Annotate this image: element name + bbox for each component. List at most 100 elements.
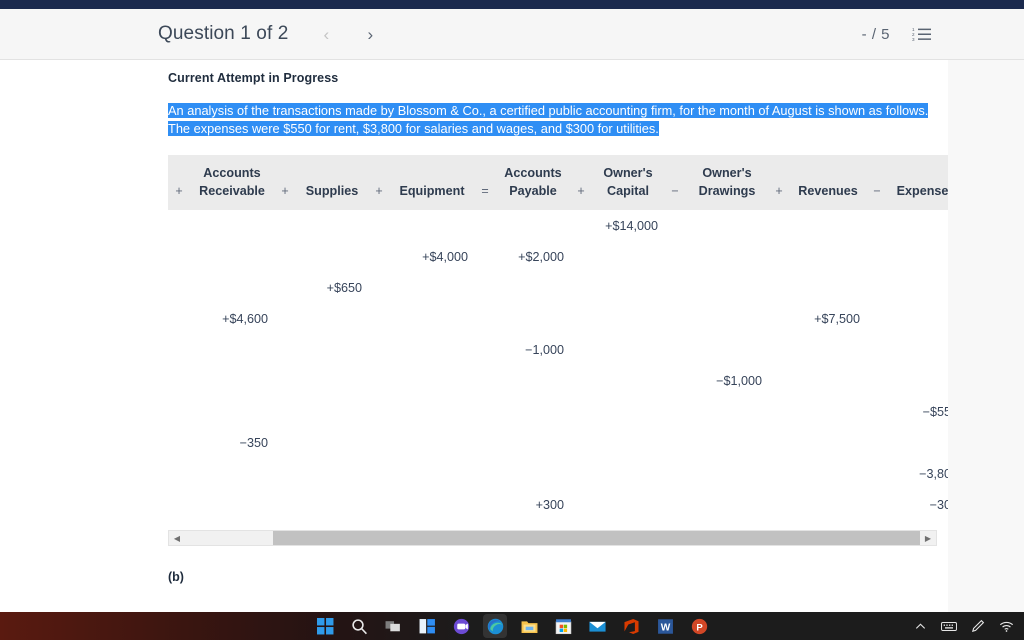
word-button[interactable]: W: [653, 614, 677, 638]
table-header-row: + Accounts Receivable + Supplies + Equip…: [168, 155, 948, 210]
cell-operator-spacer: [664, 427, 686, 458]
cell-supplies: [296, 241, 368, 272]
operator-plus-5: +: [768, 155, 790, 210]
cell-operator-spacer: [664, 396, 686, 427]
cell-accounts-receivable: [190, 241, 274, 272]
cell-accounts-receivable: −350: [239, 435, 268, 450]
cell-operator-spacer: [474, 365, 496, 396]
cell-revenues: [790, 396, 866, 427]
search-button[interactable]: [347, 614, 371, 638]
cell-operator-spacer: [768, 365, 790, 396]
cell-operator-spacer: [274, 489, 296, 520]
cell-supplies: [296, 365, 368, 396]
cell-supplies: +$650: [326, 280, 362, 295]
microsoft-store-button[interactable]: [551, 614, 575, 638]
cell-operator-spacer: [768, 334, 790, 365]
cell-operator-spacer: [168, 303, 190, 334]
cell-operator-spacer: [866, 396, 888, 427]
header-line-top: Accounts: [504, 166, 562, 180]
cell-operator-spacer: [570, 210, 592, 241]
cell-operator-spacer: [866, 241, 888, 272]
cell-accounts-payable: [496, 272, 570, 303]
cell-operator-spacer: [168, 272, 190, 303]
cell-operator-spacer: [474, 303, 496, 334]
operator-minus-2: −: [866, 155, 888, 210]
teams-button[interactable]: [449, 614, 473, 638]
cell-accounts-receivable: [190, 334, 274, 365]
wifi-icon[interactable]: [999, 620, 1014, 633]
system-tray: [914, 612, 1018, 640]
accounting-equation-table-wrapper: + Accounts Receivable + Supplies + Equip…: [168, 155, 948, 546]
scrollbar-thumb[interactable]: [273, 531, 920, 545]
cell-operator-spacer: [664, 458, 686, 489]
question-header-bar: Question 1 of 2 ‹ › - / 5 1 2 3: [0, 9, 1024, 60]
cell-revenues: [790, 334, 866, 365]
cell-owners-drawings: [686, 489, 768, 520]
start-button[interactable]: [313, 614, 337, 638]
column-header-equipment: Equipment: [390, 155, 474, 210]
cell-revenues: [790, 427, 866, 458]
table-row: −1,000: [168, 334, 948, 365]
file-explorer-button[interactable]: [517, 614, 541, 638]
operator-plus-2: +: [274, 155, 296, 210]
cell-supplies: [296, 489, 368, 520]
cell-operator-spacer: [866, 272, 888, 303]
widgets-button[interactable]: [415, 614, 439, 638]
keyboard-icon[interactable]: [941, 620, 957, 633]
cell-owners-drawings: [686, 396, 768, 427]
triangle-right-icon[interactable]: ▶: [920, 531, 936, 545]
scrollbar-track[interactable]: [185, 531, 920, 545]
task-view-button[interactable]: [381, 614, 405, 638]
cell-owners-drawings: −$1,000: [716, 373, 762, 388]
table-row: +$4,600 +$7,500: [168, 303, 948, 334]
chevron-right-icon[interactable]: ›: [356, 20, 384, 48]
operator-equals: =: [474, 155, 496, 210]
top-navy-strip: [0, 0, 1024, 9]
cell-operator-spacer: [474, 334, 496, 365]
cell-operator-spacer: [664, 489, 686, 520]
question-prompt-line1: An analysis of the transactions made by …: [168, 103, 929, 118]
svg-text:3: 3: [912, 37, 915, 42]
cell-operator-spacer: [368, 489, 390, 520]
header-line-bottom: Receivable: [199, 184, 265, 198]
powerpoint-button[interactable]: P: [687, 614, 711, 638]
cell-owners-capital: [592, 427, 664, 458]
app-window: Question 1 of 2 ‹ › - / 5 1 2 3 Current …: [0, 0, 1024, 640]
triangle-left-icon[interactable]: ◀: [169, 531, 185, 545]
cell-operator-spacer: [368, 334, 390, 365]
cell-operator-spacer: [274, 458, 296, 489]
numbered-list-icon[interactable]: 1 2 3: [912, 26, 932, 42]
chevron-up-icon[interactable]: [914, 620, 927, 633]
column-header-supplies: Supplies: [296, 155, 368, 210]
table-body: +$14,000 +$4,000 +$2,000 +$650 +$4,600 +$7,50…: [168, 210, 948, 520]
header-line-top: Accounts: [203, 166, 261, 180]
cell-owners-drawings: [686, 303, 768, 334]
cell-operator-spacer: [664, 272, 686, 303]
windows-taskbar: W P: [0, 612, 1024, 640]
cell-accounts-receivable: +$4,600: [222, 311, 268, 326]
edge-button[interactable]: [483, 614, 507, 638]
cell-operator-spacer: [274, 365, 296, 396]
office-button[interactable]: [619, 614, 643, 638]
table-row: −350: [168, 427, 948, 458]
cell-operator-spacer: [866, 303, 888, 334]
table-horizontal-scrollbar[interactable]: ◀ ▶: [168, 530, 937, 546]
mail-button[interactable]: [585, 614, 609, 638]
cell-accounts-payable: [496, 303, 570, 334]
cell-accounts-payable: −1,000: [525, 342, 564, 357]
pen-icon[interactable]: [971, 619, 985, 633]
cell-equipment: [390, 489, 474, 520]
cell-revenues: [790, 210, 866, 241]
chevron-left-icon[interactable]: ‹: [312, 20, 340, 48]
cell-operator-spacer: [866, 427, 888, 458]
table-row: −$550: [168, 396, 948, 427]
cell-owners-capital: [592, 396, 664, 427]
cell-operator-spacer: [168, 427, 190, 458]
cell-expenses: [888, 241, 948, 272]
cell-operator-spacer: [368, 210, 390, 241]
cell-equipment: [390, 427, 474, 458]
cell-owners-drawings: [686, 272, 768, 303]
cell-operator-spacer: [474, 427, 496, 458]
score-display: - / 5: [861, 25, 890, 43]
attempt-status-label: Current Attempt in Progress: [168, 71, 339, 85]
